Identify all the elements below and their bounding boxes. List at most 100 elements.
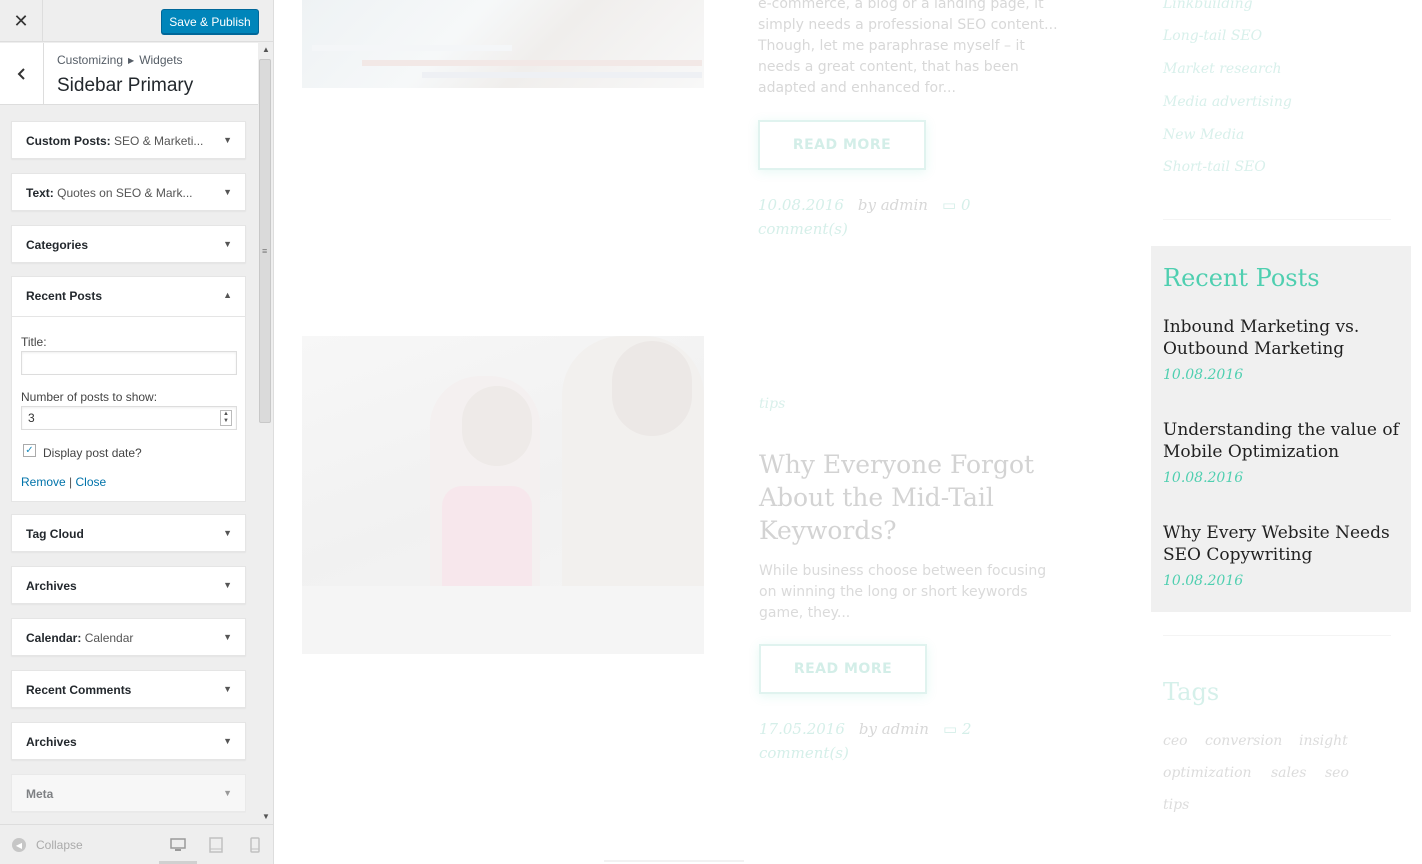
comment-icon: ▭ [941,196,957,214]
widget-subtitle: SEO & Marketi... [114,134,204,148]
number-spinner[interactable]: ▲ ▼ [220,410,232,426]
post-author[interactable]: by admin [859,720,929,738]
widget-title: Recent Posts [26,289,103,303]
divider [1163,635,1391,636]
caret-down-icon[interactable]: ▼ [223,239,232,249]
caret-down-icon[interactable]: ▼ [223,736,232,746]
read-more-button-1[interactable]: READ MORE [758,120,926,170]
back-button[interactable] [0,43,44,104]
recent-post-date: 10.08.2016 [1163,573,1244,589]
tag-link[interactable]: tips [1163,797,1189,813]
footer-divider [604,860,744,862]
show-date-checkbox[interactable]: ✓ [23,444,36,457]
recent-post-date: 10.08.2016 [1163,470,1244,486]
category-link[interactable]: Linkbuilding [1163,0,1253,12]
widget-title: Archives [26,735,77,749]
title-input[interactable] [21,351,237,375]
recent-post-link[interactable]: Why Every Website Needs SEO Copywriting [1163,522,1399,566]
close-customizer-button[interactable]: ✕ [0,0,43,42]
tag-link[interactable]: ceo [1163,733,1188,749]
post-count-value: 3 [28,411,35,425]
caret-up-icon[interactable]: ▲ [223,290,232,300]
post-date[interactable]: 10.08.2016 [758,196,844,214]
widget-subtitle: Quotes on SEO & Mark... [57,186,193,200]
grip-icon: ≡ [262,246,268,256]
read-more-button-2[interactable]: READ MORE [759,644,927,694]
breadcrumb-customizing: Customizing [57,53,124,67]
widget-subtitle: Calendar [84,631,134,645]
post-category-tag[interactable]: tips [759,396,785,412]
post-count-label: Number of posts to show: [21,390,158,404]
widget-categories[interactable]: Categories ▼ [11,225,246,263]
widget-recent-comments[interactable]: Recent Comments ▼ [11,670,246,708]
category-link[interactable]: Short-tail SEO [1163,159,1266,175]
mobile-icon[interactable] [247,837,263,853]
tag-link[interactable]: sales [1271,765,1306,781]
collapse-button[interactable]: ◀ Collapse [12,838,83,852]
section-title: Sidebar Primary [57,75,194,96]
post-count-input[interactable]: 3 ▲ ▼ [21,406,237,430]
customizer-panel: ✕ Save & Publish Customizing ▶ Widgets Sid… [0,0,274,864]
widget-meta[interactable]: Meta ▼ [11,774,246,812]
desktop-icon[interactable] [170,837,186,853]
widget-tag-cloud[interactable]: Tag Cloud ▼ [11,514,246,552]
post-meta-2: 17.05.2016 by admin ▭ 2 comment(s) [759,717,1029,765]
comment-count[interactable]: 0 [961,196,971,214]
tag-link[interactable]: seo [1325,765,1349,781]
scrollbar[interactable]: ▲ ≡ ▼ [258,43,273,823]
scroll-thumb[interactable]: ≡ [259,59,271,423]
divider [1163,219,1391,220]
separator: | [69,475,73,489]
site-preview: e-commerce, a blog or a landing page, it… [274,0,1422,864]
category-link[interactable]: Media advertising [1163,94,1292,110]
caret-down-icon[interactable]: ▼ [223,528,232,538]
remove-link[interactable]: Remove [21,475,66,489]
widget-archives[interactable]: Archives ▼ [11,566,246,604]
tag-link[interactable]: insight [1299,733,1348,749]
customizer-footer: ◀ Collapse [0,824,273,864]
caret-down-icon[interactable]: ▼ [223,788,232,798]
category-link[interactable]: Long-tail SEO [1163,28,1262,44]
tag-link[interactable]: optimization [1163,765,1252,781]
comment-icon: ▭ [942,720,958,738]
comment-label[interactable]: comment(s) [759,744,849,762]
widget-calendar[interactable]: Calendar: Calendar ▼ [11,618,246,656]
scroll-up-arrow-icon[interactable]: ▲ [262,45,270,54]
customizer-header: ✕ Save & Publish [0,0,273,42]
post-author[interactable]: by admin [858,196,928,214]
category-link[interactable]: Market research [1163,61,1282,77]
tablet-icon[interactable] [208,837,224,853]
post-date[interactable]: 17.05.2016 [759,720,845,738]
scroll-down-arrow-icon[interactable]: ▼ [262,812,270,821]
post-title-2[interactable]: Why Everyone Forgot About the Mid-Tail K… [759,448,1059,547]
post-thumbnail-2[interactable] [302,336,704,654]
widget-text-quotes[interactable]: Text: Quotes on SEO & Mark... ▼ [11,173,246,211]
comment-count[interactable]: 2 [962,720,972,738]
tag-link[interactable]: conversion [1205,733,1282,749]
post-excerpt-2: While business choose between focusing o… [759,563,1047,621]
widget-title: Text: [26,186,54,200]
widget-recent-posts: Recent Posts ▲ Title: Number of posts to… [11,276,246,502]
comment-label[interactable]: comment(s) [758,220,848,238]
breadcrumb: Customizing ▶ Widgets [57,53,183,67]
recent-posts-title: Recent Posts [1163,264,1320,292]
caret-down-icon[interactable]: ▼ [223,632,232,642]
close-link[interactable]: Close [76,475,107,489]
save-publish-button[interactable]: Save & Publish [161,9,259,34]
widget-recent-posts-header[interactable]: Recent Posts ▲ [12,277,245,317]
post-excerpt-1: e-commerce, a blog or a landing page, it… [758,0,1058,96]
collapse-label: Collapse [36,838,83,852]
post-thumbnail-1[interactable] [302,0,704,88]
widget-archives-2[interactable]: Archives ▼ [11,722,246,760]
widget-actions: Remove | Close [21,475,106,489]
widget-custom-posts[interactable]: Custom Posts: SEO & Marketi... ▼ [11,121,246,159]
recent-post-link[interactable]: Understanding the value of Mobile Optimi… [1163,419,1399,463]
category-link[interactable]: New Media [1163,127,1244,143]
widget-title: Meta [26,787,54,801]
caret-down-icon[interactable]: ▼ [223,187,232,197]
caret-down-icon[interactable]: ▼ [223,580,232,590]
recent-post-link[interactable]: Inbound Marketing vs. Outbound Marketing [1163,316,1399,360]
caret-down-icon[interactable]: ▼ [223,684,232,694]
caret-down-icon[interactable]: ▼ [223,135,232,145]
recent-post-date: 10.08.2016 [1163,367,1244,383]
